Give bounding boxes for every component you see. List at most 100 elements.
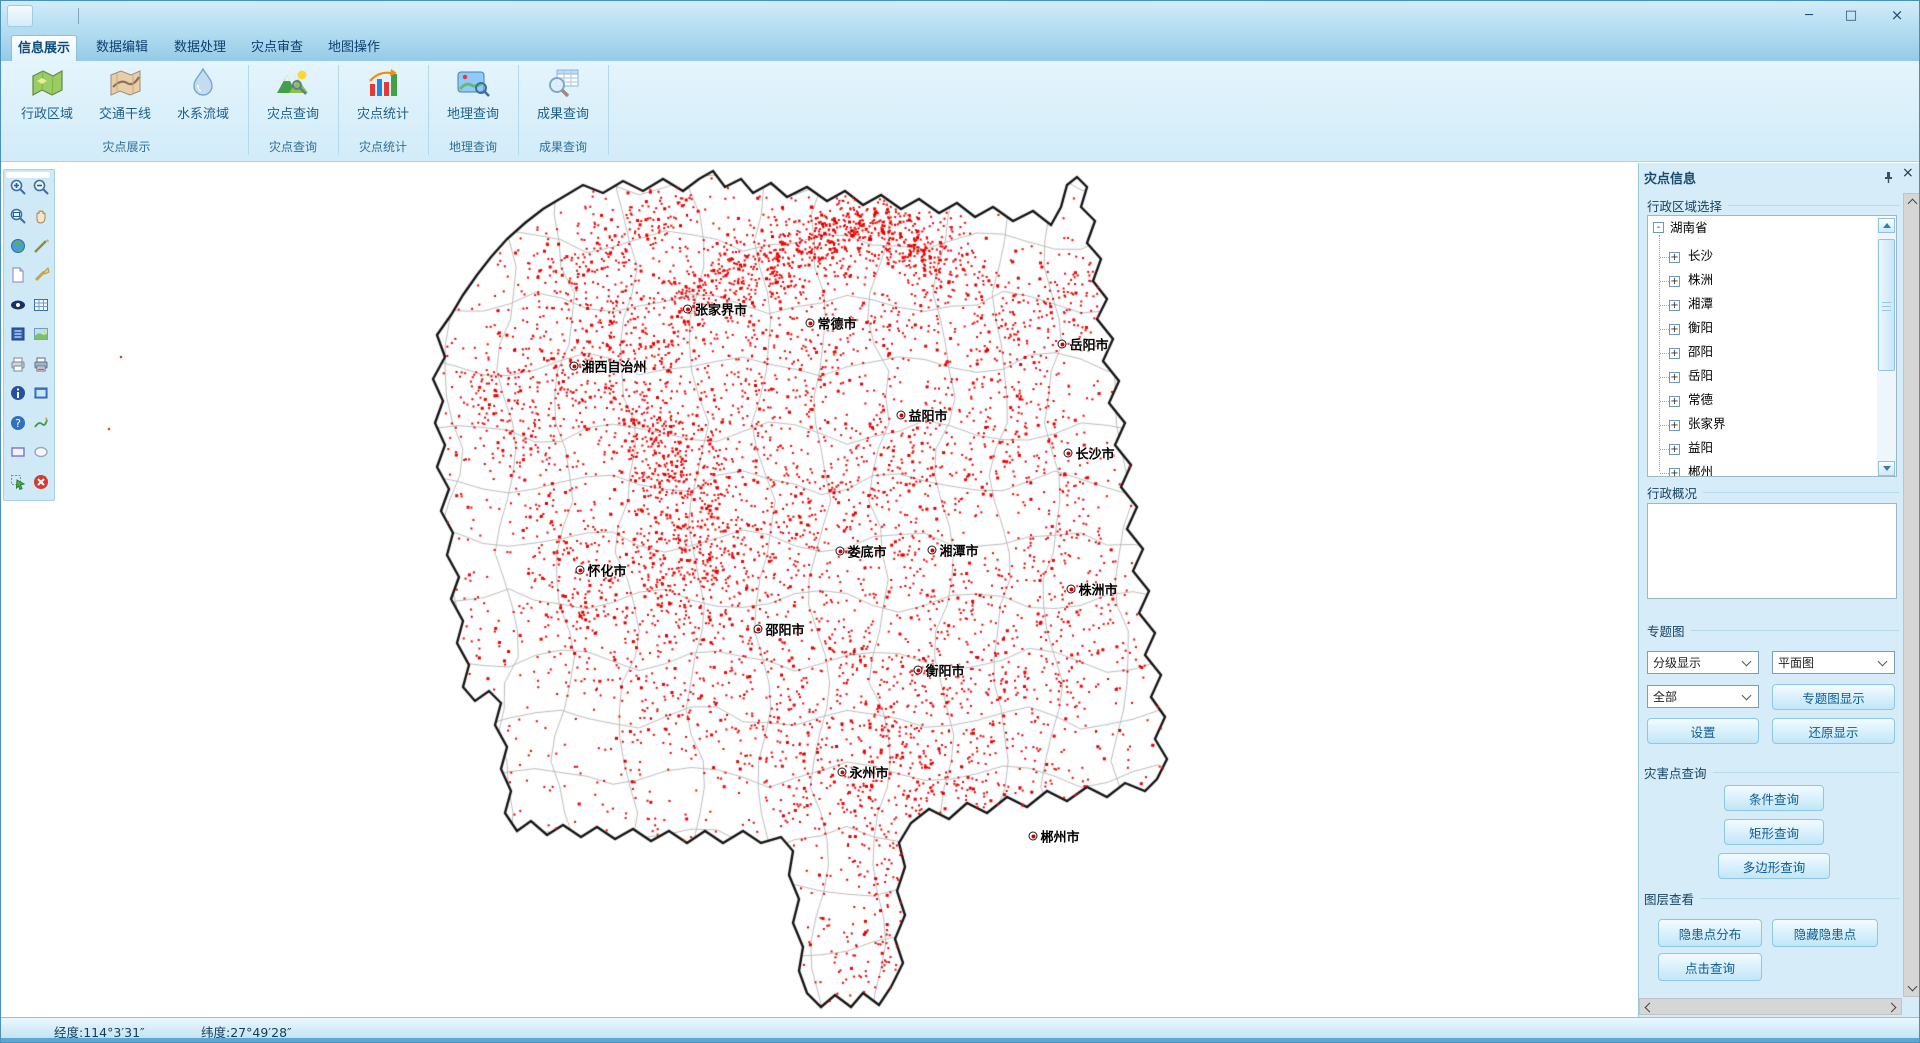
tree-connector (1660, 305, 1669, 306)
scroll-up-icon[interactable] (1908, 199, 1918, 209)
geo-query-button[interactable]: 地理查询 (435, 63, 511, 137)
region-tree[interactable]: 湖南省 - + 长沙 + 株洲 + 湘潭 + 衡阳 + 邵阳 + 岳阳 + 常德 + 张家界 +… (1647, 215, 1897, 477)
tab-data-edit[interactable]: 数据编辑 (91, 35, 153, 61)
map-toolbar: ? (3, 169, 55, 501)
tree-connector (1660, 329, 1669, 330)
restore-display-button[interactable]: 还原显示 (1772, 718, 1895, 744)
tree-item-root[interactable]: 湖南省 (1670, 219, 1708, 237)
tree-item[interactable]: 邵阳 (1688, 343, 1713, 361)
help-icon[interactable]: ? (8, 413, 28, 433)
disaster-query-button[interactable]: 灾点查询 (255, 63, 331, 137)
click-query-button[interactable]: 点击查询 (1658, 953, 1762, 981)
tab-data-process[interactable]: 数据处理 (169, 35, 231, 61)
result-search-icon (545, 67, 581, 99)
maximize-button[interactable]: □ (1833, 4, 1869, 27)
zoom-window-icon[interactable] (8, 206, 28, 226)
zoom-in-icon[interactable] (8, 177, 28, 197)
hide-hazard-button[interactable]: 隐藏隐患点 (1772, 919, 1878, 947)
expand-icon[interactable]: + (1669, 396, 1680, 407)
expand-icon[interactable]: + (1669, 468, 1680, 477)
draw-rectangle-icon[interactable] (8, 442, 28, 462)
scroll-down-icon[interactable] (1908, 982, 1918, 992)
expand-icon[interactable]: + (1669, 420, 1680, 431)
eye-icon[interactable] (8, 295, 28, 315)
expand-icon[interactable]: + (1669, 444, 1680, 455)
quick-access-separator (78, 8, 79, 24)
full-extent-icon[interactable] (8, 236, 28, 256)
overview-map-icon[interactable] (31, 324, 51, 344)
tree-item[interactable]: 岳阳 (1688, 367, 1713, 385)
close-button[interactable]: × (1877, 4, 1917, 27)
map-canvas[interactable] (1, 163, 1638, 1017)
legend-icon[interactable] (8, 324, 28, 344)
draw-ellipse-icon[interactable] (31, 442, 51, 462)
print-icon[interactable] (8, 354, 28, 374)
brush-icon[interactable] (31, 265, 51, 285)
tree-item[interactable]: 衡阳 (1688, 319, 1713, 337)
ribbon-group-separator (608, 65, 609, 155)
expand-icon[interactable]: + (1669, 324, 1680, 335)
tab-point-review[interactable]: 灾点审查 (246, 35, 308, 61)
condition-query-button[interactable]: 条件查询 (1724, 785, 1824, 811)
expand-icon[interactable]: + (1669, 276, 1680, 287)
new-page-icon[interactable] (8, 265, 28, 285)
pan-icon[interactable] (31, 206, 51, 226)
tree-item[interactable]: 益阳 (1688, 439, 1713, 457)
measure-icon[interactable] (31, 236, 51, 256)
ribbon-group-label: 成果查询 (518, 137, 608, 157)
pin-icon[interactable] (1882, 169, 1895, 188)
expand-icon[interactable]: + (1669, 300, 1680, 311)
scrollbar-thumb[interactable] (1878, 239, 1895, 371)
print-color-icon[interactable] (31, 354, 51, 374)
level-display-combo[interactable]: 分级显示 (1647, 651, 1759, 674)
application-window: ─ □ × 信息展示 数据编辑 数据处理 灾点审查 地图操作 行政区域 交通干线 (0, 0, 1920, 1043)
tree-item[interactable]: 张家界 (1688, 415, 1726, 433)
delete-icon[interactable] (31, 472, 51, 492)
tab-map-operate[interactable]: 地图操作 (323, 35, 385, 61)
water-button[interactable]: 水系流域 (165, 63, 241, 137)
tab-info-display[interactable]: 信息展示 (11, 35, 77, 61)
thematic-show-button[interactable]: 专题图显示 (1772, 684, 1895, 710)
rectangle-query-button[interactable]: 矩形查询 (1724, 819, 1824, 845)
polygon-query-button[interactable]: 多边形查询 (1718, 853, 1830, 879)
tree-item[interactable]: 郴州 (1688, 463, 1713, 477)
hazard-distribution-button[interactable]: 隐患点分布 (1658, 919, 1762, 947)
expand-icon[interactable]: + (1669, 372, 1680, 383)
window-bottom-edge (1, 1038, 1920, 1043)
expand-icon[interactable]: + (1669, 252, 1680, 263)
minimize-button[interactable]: ─ (1791, 4, 1827, 27)
attribute-table-icon[interactable] (31, 295, 51, 315)
result-query-button[interactable]: 成果查询 (525, 63, 601, 137)
ribbon: 行政区域 交通干线 水系流域 灾点查询 灾点统计 (1, 61, 1920, 162)
overview-textarea[interactable] (1647, 503, 1897, 599)
tree-item[interactable]: 株洲 (1688, 271, 1713, 289)
settings-button[interactable]: 设置 (1647, 718, 1759, 744)
tree-connector (1660, 425, 1669, 426)
map-type-combo[interactable]: 平面图 (1772, 651, 1895, 674)
scroll-up-button[interactable] (1878, 218, 1895, 233)
region-button[interactable]: 行政区域 (9, 63, 85, 137)
draw-line-icon[interactable] (31, 413, 51, 433)
collapse-icon[interactable]: - (1653, 222, 1664, 233)
disaster-stats-button[interactable]: 灾点统计 (345, 63, 421, 137)
scroll-right-icon[interactable] (1887, 1003, 1897, 1013)
select-feature-icon[interactable] (8, 472, 28, 492)
zoom-out-icon[interactable] (31, 177, 51, 197)
road-button[interactable]: 交通干线 (87, 63, 163, 137)
scroll-left-icon[interactable] (1645, 1003, 1655, 1013)
info-icon[interactable] (8, 383, 28, 403)
panel-horizontal-scrollbar[interactable] (1639, 998, 1902, 1015)
quick-access-button[interactable] (7, 5, 33, 27)
panel-vertical-scrollbar[interactable] (1903, 193, 1920, 997)
scope-combo[interactable]: 全部 (1647, 685, 1759, 708)
tree-item[interactable]: 常德 (1688, 391, 1713, 409)
tree-item[interactable]: 湘潭 (1688, 295, 1713, 313)
tree-item[interactable]: 长沙 (1688, 247, 1713, 265)
expand-icon[interactable]: + (1669, 348, 1680, 359)
panel-close-icon[interactable]: × (1902, 165, 1914, 181)
tree-scrollbar[interactable] (1877, 217, 1896, 477)
chevron-down-icon (1742, 656, 1752, 666)
scroll-down-button[interactable] (1878, 461, 1895, 476)
window-title-bar: ─ □ × (1, 1, 1920, 32)
panel-window-icon[interactable] (31, 383, 51, 403)
